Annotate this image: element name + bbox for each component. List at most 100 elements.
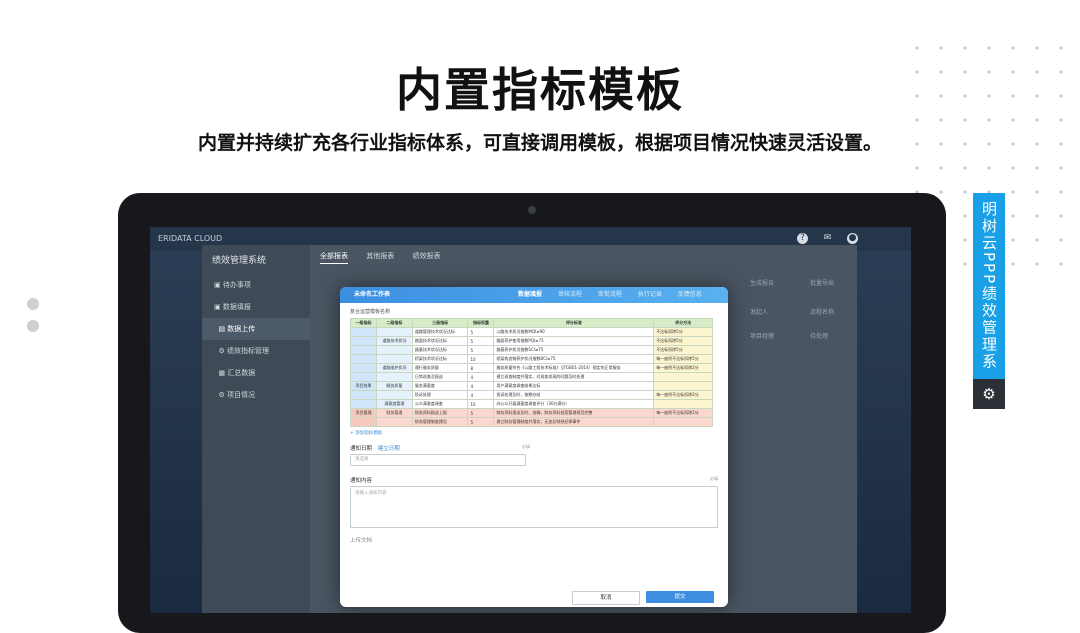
column-header: 评分方法 bbox=[653, 318, 713, 328]
app-brand: ERIDATA CLOUD bbox=[158, 234, 223, 243]
sidebar-item-upload[interactable]: ▤ 数据上传 bbox=[202, 318, 310, 340]
table-row: 道路技术状况 路面技术状况达标 5 路面养护使用指数PQI≥75 不达标扣除5分 bbox=[350, 336, 713, 346]
cancel-button[interactable]: 取消 bbox=[572, 591, 640, 605]
table-cell: 4 bbox=[467, 372, 495, 382]
notify-content-label: 通知内容 必填 bbox=[350, 476, 718, 484]
column-header: 流程名称 bbox=[810, 309, 835, 316]
sidebar-item-label: 绩效指标管理 bbox=[226, 347, 269, 355]
table-cell: 5 bbox=[467, 345, 495, 355]
table-cell: 10 bbox=[467, 399, 495, 409]
add-template-link[interactable]: + 添加指标模板 bbox=[350, 430, 718, 436]
table-cell: 财务管理制度建设 bbox=[411, 417, 469, 427]
step-item[interactable]: 审批流程 bbox=[598, 291, 622, 298]
required-hint: 必填 bbox=[522, 444, 530, 449]
table-cell: 路基养护状况指数SCI≥75 bbox=[493, 345, 655, 355]
dialog-title: 未命名工作表 bbox=[354, 291, 391, 298]
table-cell bbox=[350, 417, 377, 427]
pager-dot[interactable] bbox=[27, 298, 39, 310]
required-hint: 必填 bbox=[710, 476, 718, 481]
dialog-header: 未命名工作表 数据填报 审核流程 审批流程 执行记录 反馈信息 bbox=[340, 287, 728, 303]
sidebar-item-label: 数据上传 bbox=[227, 325, 256, 333]
table-cell bbox=[653, 399, 713, 409]
camera-icon bbox=[528, 206, 536, 214]
table-cell: 每一座桥不达标扣除2分 bbox=[653, 363, 713, 373]
sidebar-item-fill[interactable]: ▣ 数据填报 bbox=[202, 296, 310, 318]
table-cell bbox=[350, 336, 377, 346]
slide-pager[interactable] bbox=[27, 298, 39, 342]
table-cell: 公路技术状况指数MQI≥90 bbox=[493, 327, 655, 337]
user-avatar-icon[interactable]: ● bbox=[847, 233, 858, 244]
table-cell: 通行服务质量 bbox=[411, 363, 469, 373]
table-row: 项目管理 财务管理 财务资料报送上报 5 财务资料报送及时、准确，财务资料档案管理规范完… bbox=[350, 408, 713, 418]
table-row: 财务管理制度建设 5 建立财务管理制度并落实，无违反财经纪律事件 bbox=[350, 417, 713, 427]
side-product-tag: 明树云PPP绩效管理系统 bbox=[948, 193, 1005, 379]
help-icon[interactable]: ? bbox=[797, 233, 808, 244]
table-cell: 5 bbox=[467, 408, 495, 418]
table-cell bbox=[350, 363, 377, 373]
notify-date-input[interactable]: 请选择 bbox=[350, 454, 526, 466]
step-item[interactable]: 数据填报 bbox=[518, 291, 542, 298]
table-cell: 投诉处理 bbox=[411, 390, 469, 400]
table-cell: 不达标扣除5分 bbox=[653, 327, 713, 337]
sidebar-item-metrics[interactable]: ⚙ 绩效指标管理 bbox=[202, 340, 310, 362]
sidebar-item-label: 项目情况 bbox=[226, 391, 255, 399]
table-cell: 路基技术状况达标 bbox=[411, 345, 469, 355]
table-cell: 5 bbox=[467, 336, 495, 346]
tab-all[interactable]: 全部报表 bbox=[320, 252, 348, 264]
metric-table: 一级指标 二级指标 三级指标 指标权重 评分标准 评分方法 道路管理技术状况达标… bbox=[350, 318, 713, 427]
table-cell: 满意度管理 bbox=[375, 399, 413, 409]
sidebar-item-project[interactable]: ⚙ 项目情况 bbox=[202, 384, 310, 406]
table-row: 道路维护状况 通行服务质量 8 服务质量符合《公路工程技术标准》（JTGB01-201… bbox=[350, 363, 713, 373]
table-cell: 财务资料报送及时、准确，财务资料档案管理规范完整 bbox=[493, 408, 655, 418]
table-cell: 道路维护状况 bbox=[375, 363, 413, 373]
tab-performance[interactable]: 绩效报表 bbox=[412, 252, 440, 260]
table-cell bbox=[653, 372, 713, 382]
sidebar-item-label: 汇总数据 bbox=[227, 369, 256, 377]
column-header: 二级指标 bbox=[375, 318, 413, 328]
table-cell: 每一座桥不达标扣除2分 bbox=[653, 408, 713, 418]
table-cell bbox=[653, 381, 713, 391]
tab-other[interactable]: 其他报表 bbox=[366, 252, 394, 260]
step-item[interactable]: 反馈信息 bbox=[678, 291, 702, 298]
table-cell: 向公众开展满意度调查评分（30分满分） bbox=[493, 399, 655, 409]
table-cell bbox=[375, 417, 413, 427]
notify-date-label: 通知日期 建立日期 必填 bbox=[350, 444, 530, 452]
table-cell bbox=[375, 327, 413, 337]
table-cell: 服务质量 bbox=[375, 381, 413, 391]
upload-label: 上传文档 bbox=[350, 538, 373, 544]
table-cell bbox=[375, 390, 413, 400]
table-cell: 建立巡查制度并落实，对巡查发现的问题及时处理 bbox=[493, 372, 655, 382]
table-cell: 路面技术状况达标 bbox=[411, 336, 469, 346]
sidebar-item-summary[interactable]: ▦ 汇总数据 bbox=[202, 362, 310, 384]
table-cell: 项目管理 bbox=[350, 408, 377, 418]
step-item[interactable]: 审核流程 bbox=[558, 291, 582, 298]
table-cell bbox=[375, 372, 413, 382]
sidebar-item-label: 待办事项 bbox=[222, 281, 251, 289]
dialog-footer: 取消 提交 bbox=[340, 587, 728, 607]
sidebar-item-todo[interactable]: ▣ 待办事项 bbox=[202, 274, 310, 296]
app-screen: ERIDATA CLOUD ? ✉ ● 绩效管理系统 ▣ 待办事项 ▣ 数据填报… bbox=[150, 227, 911, 613]
table-cell bbox=[350, 354, 377, 364]
table-row: 桥梁技术状况达标 10 桥梁构造物养护状况指数BCI≥75 每一座桥不达标扣除5分 bbox=[350, 354, 713, 364]
table-cell: 4 bbox=[467, 390, 495, 400]
table-row: 路基技术状况达标 5 路基养护状况指数SCI≥75 不达标扣除5分 bbox=[350, 345, 713, 355]
table-cell: 8 bbox=[467, 363, 495, 373]
step-item[interactable]: 执行记录 bbox=[638, 291, 662, 298]
table-cell: 每一座桥不达标扣除2分 bbox=[653, 390, 713, 400]
table-cell bbox=[653, 417, 713, 427]
column-header: 发起人 bbox=[750, 309, 769, 316]
pager-dot[interactable] bbox=[27, 320, 39, 332]
dialog-steps: 数据填报 审核流程 审批流程 执行记录 反馈信息 bbox=[518, 287, 716, 303]
generate-report-button[interactable]: 生成报告 bbox=[750, 278, 774, 287]
submit-button[interactable]: 提交 bbox=[646, 591, 714, 603]
table-cell bbox=[350, 327, 377, 337]
column-header: 三级指标 bbox=[411, 318, 469, 328]
message-icon[interactable]: ✉ bbox=[822, 233, 833, 244]
notify-date-link[interactable]: 建立日期 bbox=[378, 446, 400, 452]
table-cell: 公众满意度调查 bbox=[411, 399, 469, 409]
notify-content-textarea[interactable]: 请输入通知内容 bbox=[350, 486, 718, 528]
table-caption: 复合运营模板名称 bbox=[350, 309, 391, 315]
batch-export-button[interactable]: 批量导出 bbox=[810, 278, 834, 287]
gear-icon: ⚙ bbox=[973, 379, 1005, 409]
table-cell bbox=[350, 390, 377, 400]
